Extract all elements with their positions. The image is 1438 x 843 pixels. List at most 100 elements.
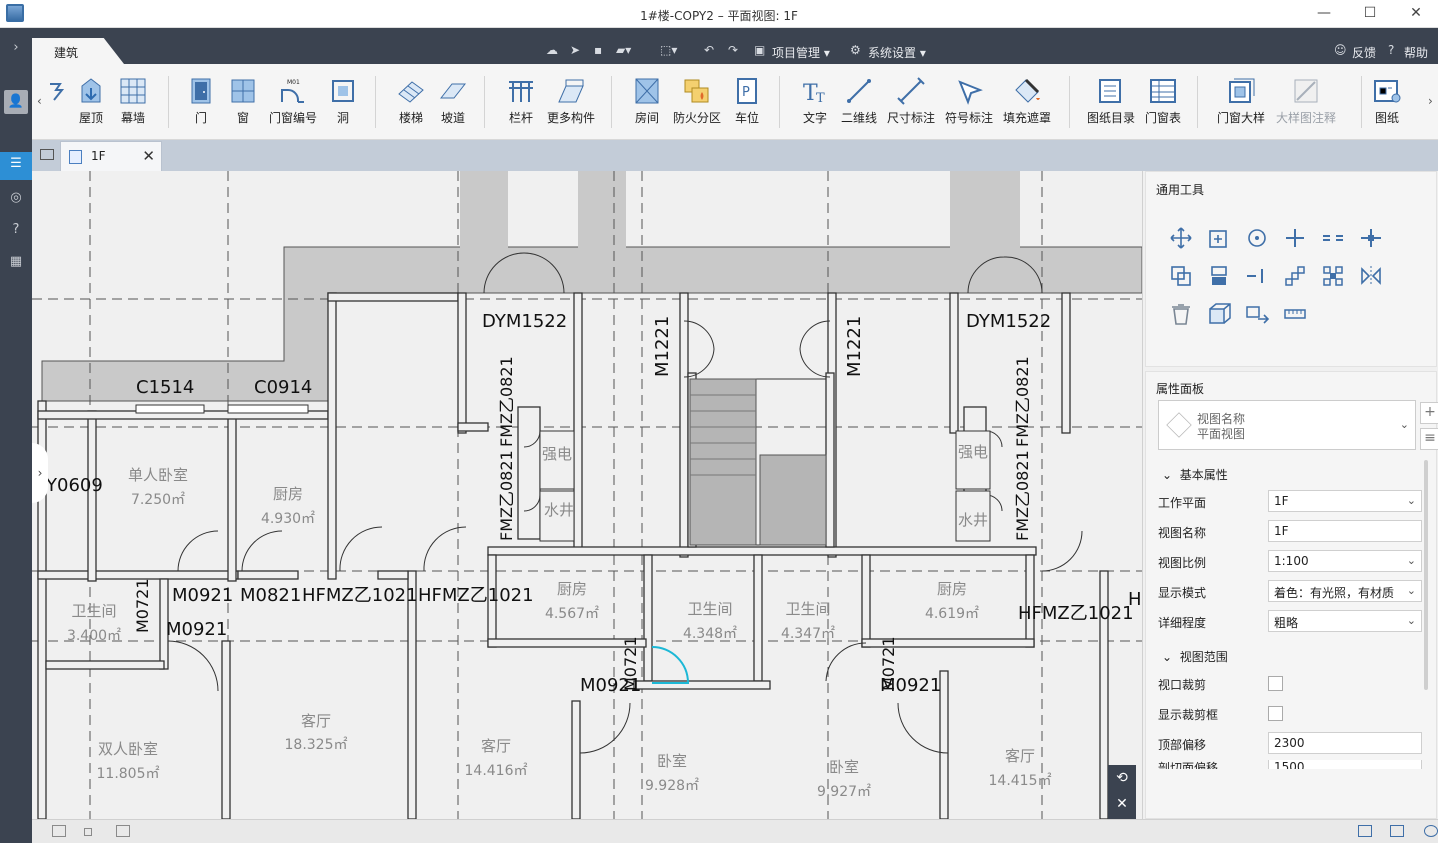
add-view-button[interactable]: + (1420, 402, 1438, 424)
delete-icon[interactable] (1168, 301, 1194, 327)
ribbon-button-detail-annotation[interactable]: 大样图注释 (1271, 76, 1341, 126)
feedback-button[interactable]: 反馈 (1352, 44, 1376, 61)
view-type-selector[interactable]: 视图名称 平面视图 ⌄ (1158, 400, 1416, 450)
close-tab-icon[interactable]: ✕ (142, 147, 155, 165)
ribbon-button-2d-line[interactable]: 二维线 (831, 76, 887, 126)
ribbon-button-more-components[interactable]: 更多构件 (543, 76, 599, 126)
user-icon[interactable]: 👤 (4, 90, 28, 114)
ribbon-scroll-right-icon[interactable]: › (1428, 94, 1433, 108)
ribbon-button-drawing-list[interactable]: 图纸目录 (1083, 76, 1139, 126)
view-scale-select[interactable]: 1:100 ⌄ (1268, 550, 1422, 572)
cube-icon[interactable] (1390, 825, 1404, 837)
room-name: 厨房 (937, 580, 967, 598)
dimension-icon (897, 77, 925, 105)
collapse-panel-handle[interactable]: › (32, 443, 48, 503)
ribbon-button-door-window-tag[interactable]: M01 门窗编号 (265, 76, 321, 126)
save-icon[interactable]: ▪ (594, 43, 602, 57)
offset-icon[interactable] (1168, 263, 1194, 289)
roof-icon (81, 78, 101, 103)
display-mode-select[interactable]: 着色：有光照，有材质 ⌄ (1268, 580, 1422, 602)
tab-architecture[interactable]: 建筑 (32, 38, 124, 64)
help-button[interactable]: 帮助 (1404, 44, 1428, 61)
ribbon-button-dimension[interactable]: 尺寸标注 (883, 76, 939, 126)
ribbon-button-opening[interactable]: 洞 (315, 76, 371, 126)
ribbon-button-window[interactable]: 窗 (215, 76, 271, 126)
ribbon-scroll-left-icon[interactable]: ‹ (37, 94, 42, 108)
ribbon-separator (611, 76, 612, 128)
split-icon[interactable] (1320, 225, 1346, 251)
stretch-icon[interactable] (1244, 301, 1270, 327)
floor-plan[interactable]: C1514 C0914 Y0609 DYM1522 DYM1522 M1221 … (32, 171, 1142, 819)
ribbon-button-curtain-wall[interactable]: 幕墙 (105, 76, 161, 126)
mirror-icon[interactable] (1358, 263, 1384, 289)
minimize-button[interactable]: — (1304, 2, 1344, 24)
export-icon[interactable]: ⬚▾ (660, 43, 677, 57)
show-crop-checkbox[interactable] (1268, 706, 1283, 721)
close-button[interactable]: ✕ (1396, 2, 1436, 24)
copy-icon[interactable] (1206, 225, 1232, 251)
view-list-button[interactable]: ≡ (1420, 428, 1438, 450)
tile-icon[interactable] (116, 825, 130, 837)
ribbon-button-fill-mask[interactable]: 填充遮罩 (999, 76, 1055, 126)
3d-view-icon[interactable] (1206, 301, 1232, 327)
ribbon-button-railing[interactable]: 栏杆 (493, 76, 549, 126)
undo-icon[interactable]: ↶ (704, 43, 714, 57)
compass-icon[interactable]: ◎ (4, 186, 28, 210)
array-icon[interactable] (1282, 263, 1308, 289)
expand-rail-icon[interactable]: › (4, 36, 28, 60)
rect-array-icon[interactable] (1320, 263, 1346, 289)
cut-offset-input[interactable]: 1500 (1268, 760, 1422, 769)
list-icon[interactable]: ☰ (0, 152, 32, 180)
right-panel: 通用工具 属性面板 视图名称 平面视图 ⌄ + ≡ ⌄ 基本属性 工作平面 1F… (1142, 171, 1438, 819)
measure-icon[interactable] (1282, 301, 1308, 327)
ribbon-button-door-window-table[interactable]: 门窗表 (1135, 76, 1191, 126)
help-circle-icon[interactable]: ? (4, 218, 28, 242)
canvas-view-tool[interactable]: ⟲ ✕ (1108, 765, 1136, 819)
rotate-icon[interactable] (1244, 225, 1270, 251)
break-icon[interactable] (1244, 263, 1270, 289)
folder-icon[interactable]: ▰▾ (616, 43, 631, 57)
system-settings-menu[interactable]: 系统设置 ▾ (868, 44, 926, 61)
room-name: 卧室 (829, 758, 859, 776)
monitor-icon[interactable] (1358, 825, 1372, 837)
layout-grid-icon[interactable] (52, 825, 66, 837)
room-area: 4.348㎡ (683, 626, 737, 642)
ribbon-button-door-window-detail[interactable]: 门窗大样 (1213, 76, 1269, 126)
move-icon[interactable] (1168, 225, 1194, 251)
doc-tab-1f[interactable]: 1F ✕ (60, 141, 162, 171)
view-name-input[interactable]: 1F (1268, 520, 1422, 542)
ribbon-button-drawing[interactable]: 图纸 (1359, 76, 1415, 126)
small-square-icon[interactable] (84, 828, 92, 836)
cloud-icon[interactable]: ☁ (546, 43, 558, 57)
ribbon-button-parking[interactable]: P 车位 (719, 76, 775, 126)
detail-level-select[interactable]: 粗略 ⌄ (1268, 610, 1422, 632)
section-view-range[interactable]: ⌄ 视图范围 (1162, 648, 1228, 665)
align-icon[interactable] (1206, 263, 1232, 289)
redo-icon[interactable]: ↷ (728, 43, 738, 57)
extend-icon[interactable] (1358, 225, 1384, 251)
section-basic-properties[interactable]: ⌄ 基本属性 (1162, 466, 1228, 483)
ribbon-button-room[interactable]: 房间 (619, 76, 675, 126)
ribbon-button-symbol-annotation[interactable]: 符号标注 (941, 76, 997, 126)
work-plane-select[interactable]: 1F ⌄ (1268, 490, 1422, 512)
grid-icon[interactable]: ▦ (4, 250, 28, 274)
ribbon-button-ramp[interactable]: 坡道 (425, 76, 481, 126)
room-area: 14.415㎡ (989, 773, 1052, 789)
top-offset-input[interactable]: 2300 (1268, 732, 1422, 754)
ribbon-button-fire-zone[interactable]: 防火分区 (669, 76, 725, 126)
selected-door[interactable] (651, 646, 690, 684)
maximize-button[interactable]: ☐ (1350, 2, 1390, 24)
chevron-down-icon: ⌄ (1399, 418, 1409, 431)
properties-scrollbar[interactable] (1424, 460, 1428, 690)
trim-icon[interactable] (1282, 225, 1308, 251)
room-name: 单人卧室 (128, 466, 188, 484)
drawing-canvas[interactable]: C1514 C0914 Y0609 DYM1522 DYM1522 M1221 … (32, 171, 1142, 819)
crop-view-checkbox[interactable] (1268, 676, 1283, 691)
settings-icon[interactable] (1424, 825, 1438, 837)
reset-view-icon[interactable]: ⟲ (1108, 765, 1136, 791)
close-view-tool-icon[interactable]: ✕ (1108, 791, 1136, 817)
send-icon[interactable]: ➤ (570, 43, 580, 57)
project-management-menu[interactable]: 项目管理 ▾ (772, 44, 830, 61)
left-rail: › 👤 ☰ ◎ ? ▦ (0, 28, 32, 843)
start-page-icon[interactable] (40, 149, 54, 160)
